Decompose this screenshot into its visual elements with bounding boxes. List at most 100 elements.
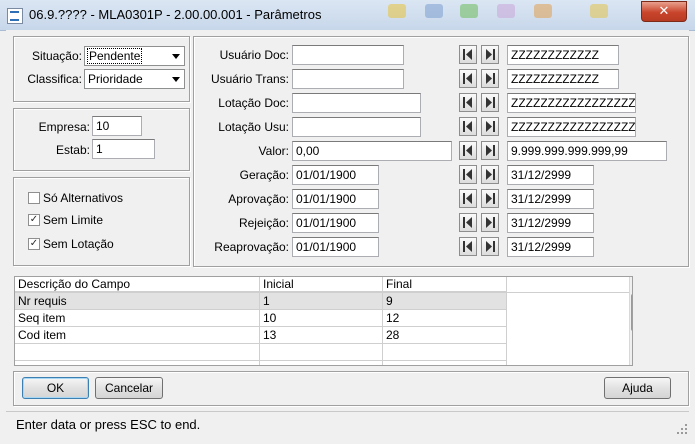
usu-rio-trans-label: Usuário Trans: [210,72,289,86]
reaprova-o-to-input[interactable]: 31/12/2999 [507,237,594,257]
classifica-select[interactable]: Prioridade [84,69,185,89]
range-last-button[interactable] [481,213,499,232]
sem-limite-label: Sem Limite [43,213,104,227]
situacao-select[interactable]: Pendente [84,46,185,66]
skip-last-icon [486,217,495,228]
empresa-label: Empresa: [38,120,90,134]
fields-grid[interactable]: Descrição do Campo Inicial Final Nr requis 1… [14,276,633,366]
table-cell[interactable]: Seq item [15,310,260,327]
table-cell[interactable]: Nr requis [15,293,260,310]
table-cell[interactable] [15,361,260,365]
skip-last-icon [486,241,495,252]
skip-last-icon [486,121,495,132]
range-first-button[interactable] [459,213,477,232]
sem-lotacao-label: Sem Lotação [43,237,114,251]
resize-grip-icon[interactable] [676,423,688,435]
table-row[interactable]: Cod item 13 28 [15,327,507,344]
lota-o-usu-to-input[interactable]: ZZZZZZZZZZZZZZZZZZZZ [507,117,636,137]
range-first-button[interactable] [459,189,477,208]
rejei-o-from-input[interactable]: 01/01/1900 [292,213,379,233]
reaprova-o-from-input[interactable]: 01/01/1900 [292,237,379,257]
rejei-o-to-input[interactable]: 31/12/2999 [507,213,594,233]
range-first-button[interactable] [459,93,477,112]
range-last-button[interactable] [481,93,499,112]
close-icon: ✕ [658,4,670,19]
range-last-button[interactable] [481,45,499,64]
company-group: Empresa: 10 Estab: 1 [13,108,190,171]
column-header[interactable]: Final [383,277,507,292]
skip-first-icon [463,73,472,84]
close-button[interactable]: ✕ [641,1,687,22]
usu-rio-doc-to-input[interactable]: ZZZZZZZZZZZZ [507,45,619,65]
ajuda-button[interactable]: Ajuda [604,377,671,399]
grid-scrollbar[interactable] [629,277,632,365]
cancelar-button[interactable]: Cancelar [95,377,163,399]
background-window-icon [590,4,608,18]
table-cell[interactable] [383,361,507,365]
aprova-o-to-input[interactable]: 31/12/2999 [507,189,594,209]
sem-limite-box[interactable]: ✓ [28,214,40,226]
valor-to-input[interactable]: 9.999.999.999.999,99 [507,141,667,161]
usu-rio-trans-from-input[interactable] [292,69,404,89]
table-cell[interactable]: 28 [383,327,507,344]
sem-lotacao-box[interactable]: ✓ [28,238,40,250]
gera-o-to-input[interactable]: 31/12/2999 [507,165,594,185]
buttons-bar: OK Cancelar Ajuda [13,371,689,406]
estab-input[interactable]: 1 [92,139,155,159]
background-window-icon [534,4,552,18]
grid-header: Descrição do Campo Inicial Final [15,277,629,293]
usu-rio-doc-from-input[interactable] [292,45,404,65]
range-first-button[interactable] [459,117,477,136]
table-cell[interactable]: 1 [260,293,383,310]
scroll-thumb[interactable] [631,294,632,331]
options-group: Só Alternativos ✓ Sem Limite ✓ Sem Lotaç… [13,177,190,266]
range-last-button[interactable] [481,117,499,136]
skip-first-icon [463,193,472,204]
range-first-button[interactable] [459,165,477,184]
range-last-button[interactable] [481,141,499,160]
table-cell[interactable] [260,361,383,365]
skip-first-icon [463,217,472,228]
table-row[interactable]: Seq item 10 12 [15,310,507,327]
lota-o-usu-from-input[interactable] [292,117,421,137]
ok-button[interactable]: OK [22,377,89,399]
rejei-o-label: Rejeição: [238,216,289,230]
aprova-o-from-input[interactable]: 01/01/1900 [292,189,379,209]
range-first-button[interactable] [459,69,477,88]
app-icon [7,8,23,24]
gera-o-from-input[interactable]: 01/01/1900 [292,165,379,185]
column-header[interactable]: Inicial [260,277,383,292]
table-cell[interactable]: Cod item [15,327,260,344]
usu-rio-trans-to-input[interactable]: ZZZZZZZZZZZZ [507,69,619,89]
reaprova-o-label: Reaprovação: [214,240,289,254]
lota-o-doc-from-input[interactable] [292,93,421,113]
range-first-button[interactable] [459,237,477,256]
table-cell[interactable] [15,344,260,361]
skip-last-icon [486,49,495,60]
range-last-button[interactable] [481,165,499,184]
range-first-button[interactable] [459,141,477,160]
range-last-button[interactable] [481,237,499,256]
filter-group: Situação: Pendente Classifica: Prioridad… [13,36,190,102]
table-cell[interactable] [260,344,383,361]
range-last-button[interactable] [481,69,499,88]
table-cell[interactable]: 9 [383,293,507,310]
check-icon: ✓ [29,214,39,225]
table-cell[interactable]: 13 [260,327,383,344]
ranges-group: Usuário Doc: ZZZZZZZZZZZZ Usuário Trans: ZZ… [193,36,689,267]
table-cell[interactable]: 12 [383,310,507,327]
table-cell[interactable]: 10 [260,310,383,327]
valor-from-input[interactable]: 0,00 [292,141,452,161]
empresa-input[interactable]: 10 [92,116,142,136]
table-row[interactable]: Nr requis 1 9 [15,293,507,310]
skip-first-icon [463,121,472,132]
table-row[interactable] [15,344,507,361]
column-header[interactable]: Descrição do Campo [15,277,260,292]
skip-last-icon [486,73,495,84]
lota-o-doc-to-input[interactable]: ZZZZZZZZZZZZZZZZZZZZ [507,93,636,113]
table-row[interactable] [15,361,507,365]
range-first-button[interactable] [459,45,477,64]
so-alternativos-box[interactable] [28,192,40,204]
table-cell[interactable] [383,344,507,361]
range-last-button[interactable] [481,189,499,208]
